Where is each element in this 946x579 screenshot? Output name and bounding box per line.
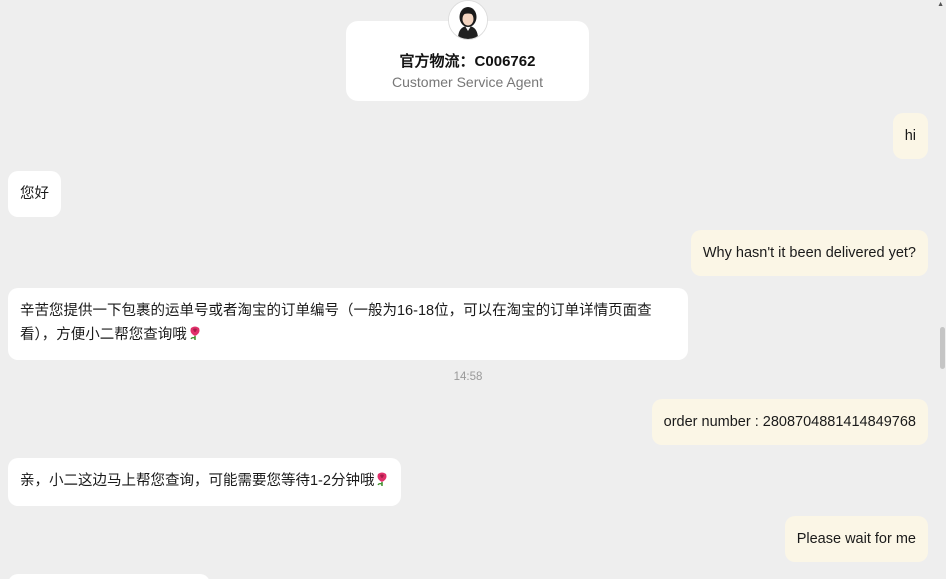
agent-avatar[interactable] [448, 0, 488, 40]
agent-message-1: 您好 [8, 171, 61, 217]
rose-emoji-icon [375, 471, 389, 495]
agent-role: Customer Service Agent [392, 74, 543, 90]
scroll-up-arrow-icon[interactable]: ▲ [937, 1, 944, 8]
agent-message-3: 亲，小二这边马上帮您查询，可能需要您等待1-2分钟哦 [8, 458, 402, 506]
agent-name: 官方物流：C006762 [399, 53, 536, 70]
avatar-icon [449, 1, 487, 39]
scrollbar-thumb[interactable] [940, 327, 945, 369]
message-timestamp: 14:58 [453, 371, 483, 383]
user-message-1: hi [892, 113, 928, 159]
user-message-4: Please wait for me [784, 516, 928, 562]
agent-message-partial [8, 574, 210, 579]
user-message-3: order number : 2808704881414849768 [651, 399, 928, 445]
user-message-2: Why hasn't it been delivered yet? [690, 230, 928, 276]
rose-emoji-icon [188, 325, 202, 349]
agent-message-2: 辛苦您提供一下包裹的运单号或者淘宝的订单编号（一般为16-18位，可以在淘宝的订… [8, 288, 688, 360]
chat-window: 官方物流：C006762 Customer Service Agent hi 您… [0, 0, 946, 579]
